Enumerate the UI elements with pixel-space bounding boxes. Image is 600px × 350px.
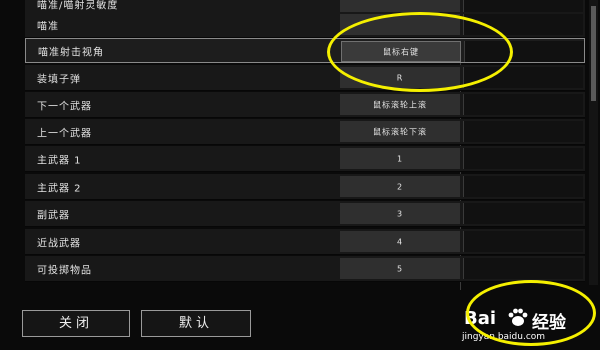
primary-key-cell[interactable]: 1 <box>340 148 460 169</box>
close-button[interactable]: 关闭 <box>22 310 130 337</box>
primary-key-cell[interactable]: 4 <box>340 231 460 252</box>
row-label: 装填子弹 <box>37 74 81 85</box>
primary-key-text: 鼠标滚轮上滚 <box>373 100 427 109</box>
primary-key-cell[interactable]: 鼠标滚轮上滚 <box>340 94 460 115</box>
row-label: 下一个武器 <box>37 101 92 112</box>
secondary-key-cell[interactable] <box>463 176 583 197</box>
scrollbar-thumb[interactable] <box>591 6 596 101</box>
row-label: 主武器 2 <box>37 183 82 194</box>
primary-key-cell[interactable]: 5 <box>340 258 460 279</box>
primary-key-cell[interactable]: 2 <box>340 176 460 197</box>
row-label: 喵准射击视角 <box>38 47 104 58</box>
secondary-key-cell[interactable] <box>463 231 583 252</box>
default-button[interactable]: 默认 <box>141 310 251 337</box>
primary-key-text: 3 <box>396 209 404 218</box>
highlight-ellipse-key <box>327 12 513 92</box>
keybind-row-melee-weapon[interactable]: 近战武器 4 <box>25 229 585 255</box>
row-label: 上一个武器 <box>37 128 92 139</box>
keybind-row-secondary-weapon[interactable]: 副武器 3 <box>25 201 585 227</box>
primary-key-cell[interactable]: 鼠标滚轮下滚 <box>340 121 460 142</box>
primary-key-text: 4 <box>396 237 404 246</box>
primary-key-cell[interactable]: 3 <box>340 203 460 224</box>
keybinding-settings-screen: 喵准/喵射灵敏度 喵准 喵准射击视角 鼠标右键 装填子弹 R 下一个武器 鼠标滚… <box>0 0 600 350</box>
row-label: 近战武器 <box>37 238 81 249</box>
primary-key-text: 鼠标滚轮下滚 <box>373 127 427 136</box>
row-label: 主武器 1 <box>37 155 82 166</box>
keybind-row-next-weapon[interactable]: 下一个武器 鼠标滚轮上滚 <box>25 92 585 118</box>
highlight-ellipse-confirm <box>466 280 596 346</box>
keybind-row-primary-weapon-2[interactable]: 主武器 2 2 <box>25 174 585 200</box>
primary-key-text: 1 <box>396 154 404 163</box>
keybind-row-previous-weapon[interactable]: 上一个武器 鼠标滚轮下滚 <box>25 119 585 145</box>
secondary-key-cell[interactable] <box>463 148 583 169</box>
row-label: 喵准 <box>37 21 59 32</box>
secondary-key-cell[interactable] <box>463 94 583 115</box>
secondary-key-cell[interactable] <box>463 121 583 142</box>
keybind-row-primary-weapon-1[interactable]: 主武器 1 1 <box>25 146 585 172</box>
keybind-row-throwable[interactable]: 可投掷物品 5 <box>25 256 585 282</box>
primary-key-text: 5 <box>396 264 404 273</box>
row-label: 副武器 <box>37 210 70 221</box>
row-label: 喵准/喵射灵敏度 <box>37 0 119 11</box>
row-label: 可投掷物品 <box>37 265 92 276</box>
secondary-key-cell[interactable] <box>463 258 583 279</box>
primary-key-text: 2 <box>396 182 404 191</box>
secondary-key-cell[interactable] <box>463 203 583 224</box>
